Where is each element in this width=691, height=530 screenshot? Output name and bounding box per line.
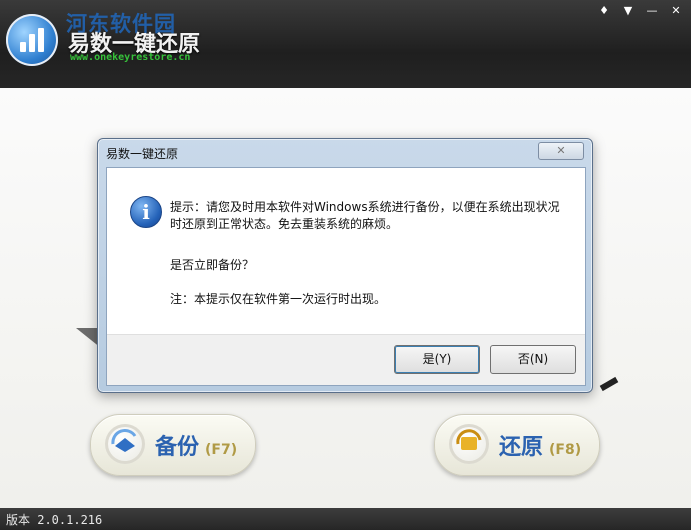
backup-shortcut: (F7): [205, 442, 238, 458]
status-bar: 版本 2.0.1.216: [0, 508, 691, 530]
dialog-title: 易数一键还原: [106, 147, 179, 161]
app-url: www.onekeyrestore.cn: [70, 52, 191, 63]
dialog-footer: 是(Y) 否(N): [107, 334, 585, 385]
restore-button[interactable]: 还原 (F8): [434, 414, 600, 476]
restore-shortcut: (F8): [549, 442, 582, 458]
backup-icon: [105, 424, 145, 464]
dialog-body: i 提示：请您及时用本软件对Windows系统进行备份，以便在系统出现状况时还原…: [106, 167, 586, 386]
window-controls: ♦ ▼ — ✕: [595, 4, 685, 18]
restore-icon: [449, 424, 489, 464]
backup-prompt-dialog: 易数一键还原 ✕ i 提示：请您及时用本软件对Windows系统进行备份，以便在…: [97, 138, 593, 393]
version-text: 版本 2.0.1.216: [6, 513, 103, 527]
menu-icon[interactable]: ▼: [619, 4, 637, 18]
no-button[interactable]: 否(N): [490, 345, 576, 374]
backup-label: 备份: [155, 435, 200, 460]
yes-button[interactable]: 是(Y): [394, 345, 480, 374]
restore-label: 还原: [499, 435, 544, 460]
dialog-close-icon[interactable]: ✕: [538, 142, 584, 160]
close-icon[interactable]: ✕: [667, 4, 685, 18]
dialog-message-tip: 提示：请您及时用本软件对Windows系统进行备份，以便在系统出现状况时还原到正…: [170, 200, 560, 231]
skin-icon[interactable]: ♦: [595, 4, 613, 18]
decoration-ruler: [590, 373, 630, 423]
title-bar: 河东软件园 易数一键还原 www.onekeyrestore.cn ♦ ▼ — …: [0, 0, 691, 88]
dialog-message-question: 是否立即备份？: [170, 258, 255, 272]
info-icon: i: [130, 196, 162, 228]
minimize-icon[interactable]: —: [643, 4, 661, 18]
backup-button[interactable]: 备份 (F7): [90, 414, 256, 476]
app-logo-icon: [6, 14, 58, 66]
dialog-message-note: 注：本提示仅在软件第一次运行时出现。: [170, 292, 387, 306]
